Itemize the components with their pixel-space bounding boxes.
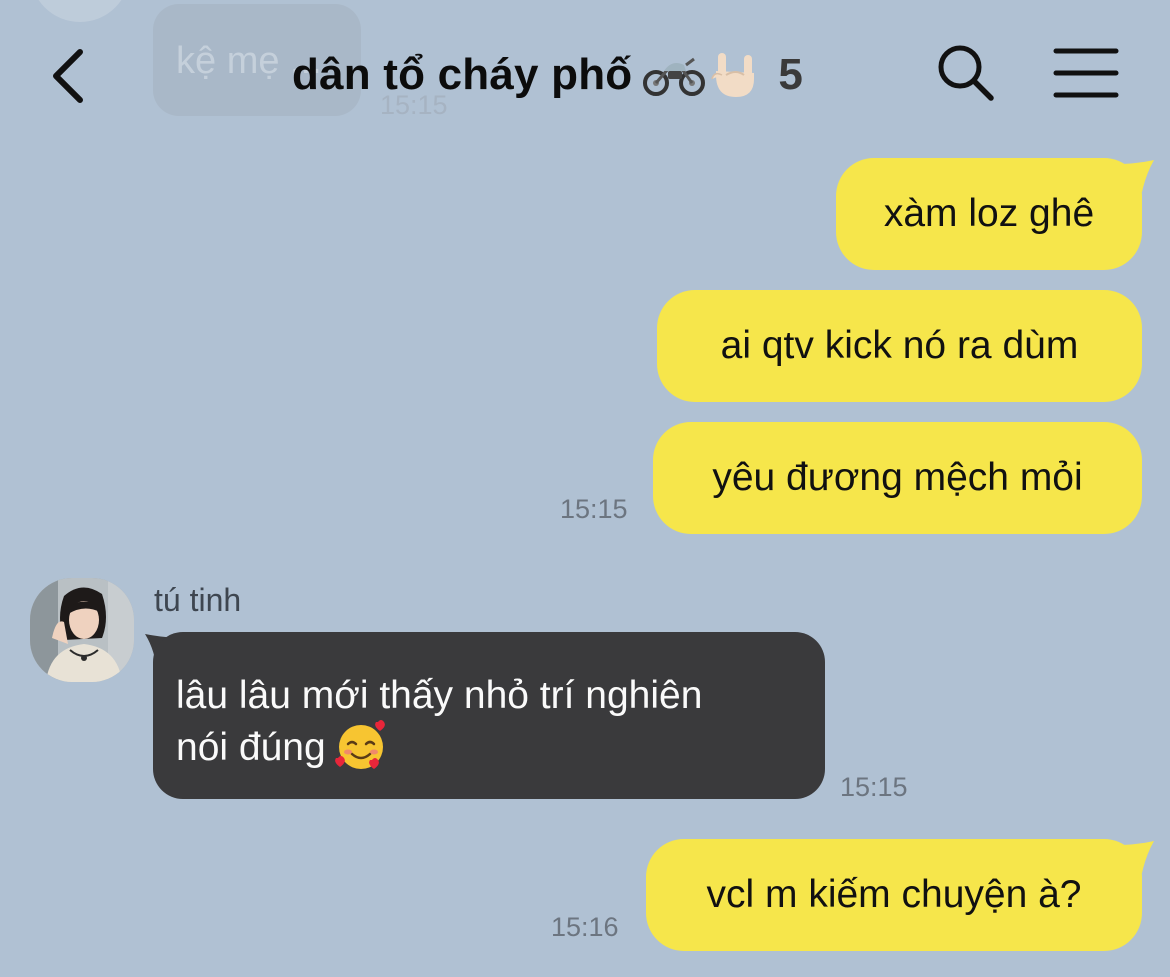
message-text-line: lâu lâu mới thấy nhỏ trí nghiên [176,674,703,717]
message-bubble-outgoing[interactable]: yêu đương mệch mỏi [653,422,1142,534]
message-text-line: nói đúng [176,726,326,769]
message-time: 15:16 [551,912,619,942]
message-time: 15:15 [560,494,628,524]
message-bubble-outgoing[interactable]: vcl m kiếm chuyện à? [646,839,1142,951]
message-bubble-outgoing[interactable]: xàm loz ghê [836,158,1142,270]
menu-button[interactable] [1053,46,1119,100]
search-icon [938,45,994,101]
chevron-left-icon [53,49,83,103]
rock-on-hand-emoji [711,53,755,97]
ghost-avatar [30,0,130,22]
message-bubble-outgoing[interactable]: ai qtv kick nó ra dùm [657,290,1142,402]
message-text: ai qtv kick nó ra dùm [720,324,1079,367]
message-bubble-incoming[interactable]: lâu lâu mới thấy nhỏ trí nghiên nói đúng [153,632,825,799]
message-text: vcl m kiếm chuyện à? [706,873,1082,916]
message-text-line-2: nói đúng [176,719,805,774]
group-name: dân tổ cháy phố [292,50,633,99]
message-time: 15:15 [840,772,908,802]
chat-title[interactable]: dân tổ cháy phố 5 [292,42,803,108]
message-text: yêu đương mệch mỏi [712,456,1083,499]
smiling-face-with-hearts-emoji [334,719,385,769]
hamburger-menu-icon [1053,48,1119,98]
avatar-photo [30,578,134,682]
motorcycle-emoji [643,57,706,96]
message-text: xàm loz ghê [883,192,1095,235]
back-button[interactable] [40,40,96,112]
avatar[interactable] [30,578,134,682]
sender-name: tú tinh [154,582,242,618]
member-count: 5 [778,50,803,99]
search-button[interactable] [933,40,999,106]
